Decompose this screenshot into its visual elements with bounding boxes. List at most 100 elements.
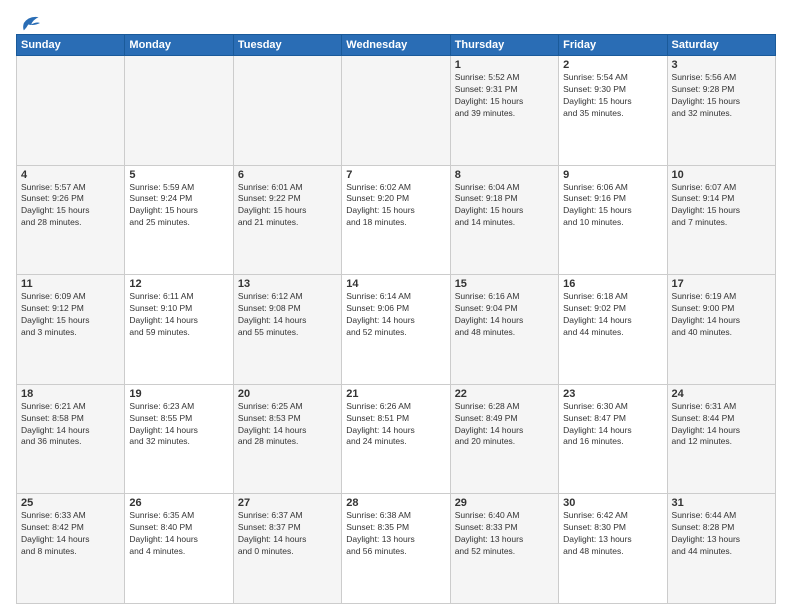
calendar-header-row: SundayMondayTuesdayWednesdayThursdayFrid…: [17, 35, 776, 56]
calendar-cell: 15Sunrise: 6:16 AM Sunset: 9:04 PM Dayli…: [450, 275, 558, 385]
logo: [16, 12, 40, 28]
day-number: 21: [346, 388, 445, 400]
day-number: 1: [455, 59, 554, 71]
day-info: Sunrise: 6:42 AM Sunset: 8:30 PM Dayligh…: [563, 510, 662, 558]
day-number: 5: [129, 169, 228, 181]
calendar-cell: [233, 56, 341, 166]
day-info: Sunrise: 6:16 AM Sunset: 9:04 PM Dayligh…: [455, 291, 554, 339]
calendar-cell: 28Sunrise: 6:38 AM Sunset: 8:35 PM Dayli…: [342, 494, 450, 604]
col-header-saturday: Saturday: [667, 35, 775, 56]
day-info: Sunrise: 6:23 AM Sunset: 8:55 PM Dayligh…: [129, 401, 228, 449]
day-number: 27: [238, 497, 337, 509]
calendar-cell: 8Sunrise: 6:04 AM Sunset: 9:18 PM Daylig…: [450, 165, 558, 275]
calendar-cell: 16Sunrise: 6:18 AM Sunset: 9:02 PM Dayli…: [559, 275, 667, 385]
calendar-cell: 17Sunrise: 6:19 AM Sunset: 9:00 PM Dayli…: [667, 275, 775, 385]
calendar-cell: 9Sunrise: 6:06 AM Sunset: 9:16 PM Daylig…: [559, 165, 667, 275]
day-info: Sunrise: 6:40 AM Sunset: 8:33 PM Dayligh…: [455, 510, 554, 558]
day-number: 30: [563, 497, 662, 509]
day-info: Sunrise: 6:18 AM Sunset: 9:02 PM Dayligh…: [563, 291, 662, 339]
calendar-cell: 6Sunrise: 6:01 AM Sunset: 9:22 PM Daylig…: [233, 165, 341, 275]
calendar-cell: 19Sunrise: 6:23 AM Sunset: 8:55 PM Dayli…: [125, 384, 233, 494]
day-info: Sunrise: 5:54 AM Sunset: 9:30 PM Dayligh…: [563, 72, 662, 120]
calendar-cell: 10Sunrise: 6:07 AM Sunset: 9:14 PM Dayli…: [667, 165, 775, 275]
day-number: 2: [563, 59, 662, 71]
day-info: Sunrise: 6:11 AM Sunset: 9:10 PM Dayligh…: [129, 291, 228, 339]
col-header-wednesday: Wednesday: [342, 35, 450, 56]
calendar-week-row: 18Sunrise: 6:21 AM Sunset: 8:58 PM Dayli…: [17, 384, 776, 494]
day-number: 6: [238, 169, 337, 181]
day-info: Sunrise: 6:35 AM Sunset: 8:40 PM Dayligh…: [129, 510, 228, 558]
day-info: Sunrise: 6:30 AM Sunset: 8:47 PM Dayligh…: [563, 401, 662, 449]
day-info: Sunrise: 6:38 AM Sunset: 8:35 PM Dayligh…: [346, 510, 445, 558]
calendar-cell: 13Sunrise: 6:12 AM Sunset: 9:08 PM Dayli…: [233, 275, 341, 385]
calendar-cell: 30Sunrise: 6:42 AM Sunset: 8:30 PM Dayli…: [559, 494, 667, 604]
day-number: 22: [455, 388, 554, 400]
calendar-week-row: 11Sunrise: 6:09 AM Sunset: 9:12 PM Dayli…: [17, 275, 776, 385]
calendar-cell: 29Sunrise: 6:40 AM Sunset: 8:33 PM Dayli…: [450, 494, 558, 604]
day-info: Sunrise: 6:33 AM Sunset: 8:42 PM Dayligh…: [21, 510, 120, 558]
calendar-cell: 7Sunrise: 6:02 AM Sunset: 9:20 PM Daylig…: [342, 165, 450, 275]
day-number: 16: [563, 278, 662, 290]
page: SundayMondayTuesdayWednesdayThursdayFrid…: [0, 0, 792, 612]
col-header-tuesday: Tuesday: [233, 35, 341, 56]
calendar-cell: 31Sunrise: 6:44 AM Sunset: 8:28 PM Dayli…: [667, 494, 775, 604]
day-info: Sunrise: 6:31 AM Sunset: 8:44 PM Dayligh…: [672, 401, 771, 449]
day-info: Sunrise: 6:14 AM Sunset: 9:06 PM Dayligh…: [346, 291, 445, 339]
col-header-monday: Monday: [125, 35, 233, 56]
header: [16, 12, 776, 28]
day-info: Sunrise: 6:01 AM Sunset: 9:22 PM Dayligh…: [238, 182, 337, 230]
day-info: Sunrise: 6:04 AM Sunset: 9:18 PM Dayligh…: [455, 182, 554, 230]
day-number: 15: [455, 278, 554, 290]
day-number: 13: [238, 278, 337, 290]
calendar-cell: 14Sunrise: 6:14 AM Sunset: 9:06 PM Dayli…: [342, 275, 450, 385]
day-info: Sunrise: 6:26 AM Sunset: 8:51 PM Dayligh…: [346, 401, 445, 449]
day-number: 28: [346, 497, 445, 509]
calendar-cell: [342, 56, 450, 166]
calendar-cell: 23Sunrise: 6:30 AM Sunset: 8:47 PM Dayli…: [559, 384, 667, 494]
logo-bird-icon: [18, 12, 40, 34]
calendar-cell: 12Sunrise: 6:11 AM Sunset: 9:10 PM Dayli…: [125, 275, 233, 385]
day-info: Sunrise: 5:57 AM Sunset: 9:26 PM Dayligh…: [21, 182, 120, 230]
calendar-cell: 21Sunrise: 6:26 AM Sunset: 8:51 PM Dayli…: [342, 384, 450, 494]
calendar-week-row: 4Sunrise: 5:57 AM Sunset: 9:26 PM Daylig…: [17, 165, 776, 275]
day-info: Sunrise: 6:28 AM Sunset: 8:49 PM Dayligh…: [455, 401, 554, 449]
calendar-cell: 18Sunrise: 6:21 AM Sunset: 8:58 PM Dayli…: [17, 384, 125, 494]
day-number: 7: [346, 169, 445, 181]
day-number: 11: [21, 278, 120, 290]
day-info: Sunrise: 6:02 AM Sunset: 9:20 PM Dayligh…: [346, 182, 445, 230]
day-number: 29: [455, 497, 554, 509]
calendar-cell: 2Sunrise: 5:54 AM Sunset: 9:30 PM Daylig…: [559, 56, 667, 166]
calendar-cell: 24Sunrise: 6:31 AM Sunset: 8:44 PM Dayli…: [667, 384, 775, 494]
day-number: 12: [129, 278, 228, 290]
day-info: Sunrise: 5:56 AM Sunset: 9:28 PM Dayligh…: [672, 72, 771, 120]
day-number: 26: [129, 497, 228, 509]
day-info: Sunrise: 6:21 AM Sunset: 8:58 PM Dayligh…: [21, 401, 120, 449]
day-number: 31: [672, 497, 771, 509]
calendar: SundayMondayTuesdayWednesdayThursdayFrid…: [16, 34, 776, 604]
day-info: Sunrise: 6:12 AM Sunset: 9:08 PM Dayligh…: [238, 291, 337, 339]
calendar-week-row: 1Sunrise: 5:52 AM Sunset: 9:31 PM Daylig…: [17, 56, 776, 166]
col-header-friday: Friday: [559, 35, 667, 56]
day-info: Sunrise: 5:59 AM Sunset: 9:24 PM Dayligh…: [129, 182, 228, 230]
day-number: 10: [672, 169, 771, 181]
day-number: 3: [672, 59, 771, 71]
calendar-cell: 27Sunrise: 6:37 AM Sunset: 8:37 PM Dayli…: [233, 494, 341, 604]
calendar-table: SundayMondayTuesdayWednesdayThursdayFrid…: [16, 34, 776, 604]
day-number: 14: [346, 278, 445, 290]
day-number: 24: [672, 388, 771, 400]
day-number: 4: [21, 169, 120, 181]
calendar-week-row: 25Sunrise: 6:33 AM Sunset: 8:42 PM Dayli…: [17, 494, 776, 604]
calendar-cell: 20Sunrise: 6:25 AM Sunset: 8:53 PM Dayli…: [233, 384, 341, 494]
col-header-sunday: Sunday: [17, 35, 125, 56]
day-number: 18: [21, 388, 120, 400]
calendar-cell: 3Sunrise: 5:56 AM Sunset: 9:28 PM Daylig…: [667, 56, 775, 166]
day-info: Sunrise: 6:44 AM Sunset: 8:28 PM Dayligh…: [672, 510, 771, 558]
day-number: 8: [455, 169, 554, 181]
day-info: Sunrise: 6:06 AM Sunset: 9:16 PM Dayligh…: [563, 182, 662, 230]
day-info: Sunrise: 6:19 AM Sunset: 9:00 PM Dayligh…: [672, 291, 771, 339]
day-number: 17: [672, 278, 771, 290]
calendar-cell: 26Sunrise: 6:35 AM Sunset: 8:40 PM Dayli…: [125, 494, 233, 604]
calendar-cell: 22Sunrise: 6:28 AM Sunset: 8:49 PM Dayli…: [450, 384, 558, 494]
calendar-cell: 4Sunrise: 5:57 AM Sunset: 9:26 PM Daylig…: [17, 165, 125, 275]
calendar-cell: [125, 56, 233, 166]
